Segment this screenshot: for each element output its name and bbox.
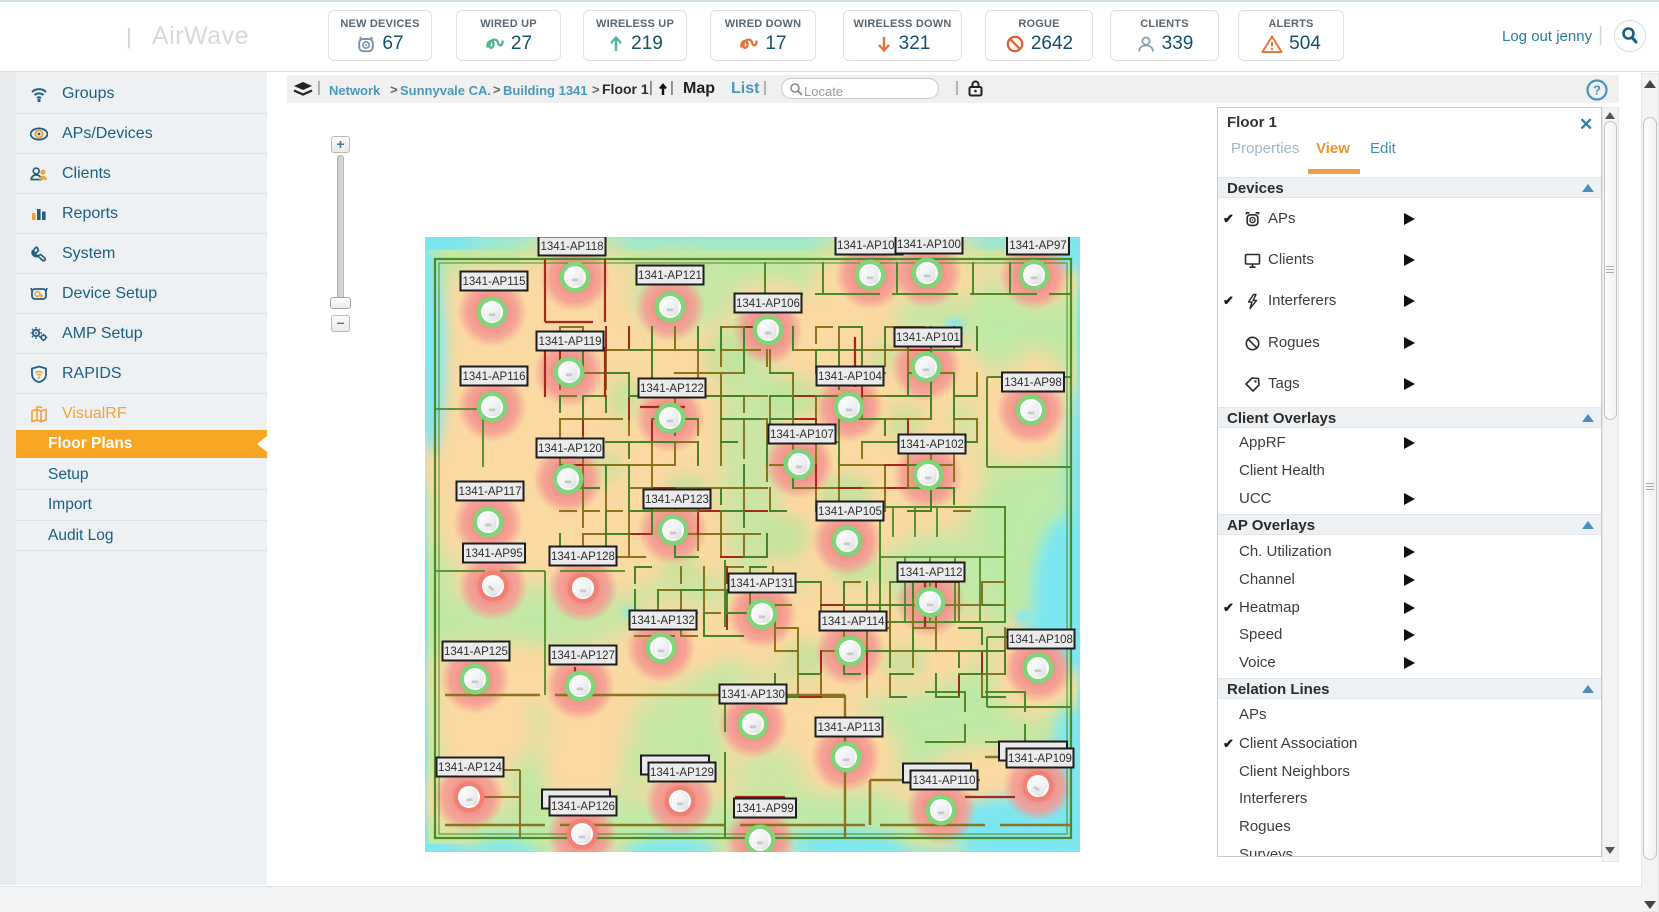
svg-text:1341-AP123: 1341-AP123: [645, 494, 709, 506]
svg-text:1341-AP127: 1341-AP127: [551, 650, 615, 662]
svg-text:1341-AP129: 1341-AP129: [650, 767, 714, 779]
svg-text:1341-AP103: 1341-AP103: [837, 240, 901, 252]
svg-text:1341-AP100: 1341-AP100: [897, 239, 961, 251]
svg-text:1341-AP104: 1341-AP104: [818, 371, 883, 383]
svg-text:1341-AP115: 1341-AP115: [462, 276, 525, 288]
svg-text:1341-AP122: 1341-AP122: [640, 383, 704, 395]
svg-text:1341-AP116: 1341-AP116: [462, 371, 525, 383]
svg-text:1341-AP105: 1341-AP105: [818, 506, 882, 518]
svg-text:1341-AP125: 1341-AP125: [444, 646, 508, 658]
svg-text:1341-AP130: 1341-AP130: [721, 689, 785, 701]
svg-text:1341-AP118: 1341-AP118: [540, 241, 603, 253]
svg-text:1341-AP106: 1341-AP106: [736, 298, 800, 310]
svg-text:1341-AP108: 1341-AP108: [1009, 634, 1073, 646]
svg-text:1341-AP109: 1341-AP109: [1008, 753, 1072, 765]
svg-text:1341-AP132: 1341-AP132: [631, 615, 695, 627]
svg-text:1341-AP101: 1341-AP101: [896, 332, 960, 344]
svg-text:?: ?: [1593, 83, 1601, 98]
svg-text:1341-AP113: 1341-AP113: [817, 722, 880, 734]
svg-text:1341-AP128: 1341-AP128: [551, 551, 615, 563]
svg-text:1341-AP110: 1341-AP110: [912, 775, 975, 787]
svg-text:1341-AP131: 1341-AP131: [730, 578, 794, 590]
svg-text:1341-AP95: 1341-AP95: [465, 548, 523, 560]
svg-text:1341-AP99: 1341-AP99: [736, 803, 794, 815]
svg-text:1341-AP119: 1341-AP119: [538, 336, 601, 348]
svg-text:1341-AP121: 1341-AP121: [638, 270, 702, 282]
svg-text:1341-AP98: 1341-AP98: [1004, 377, 1062, 389]
svg-text:1341-AP120: 1341-AP120: [538, 443, 602, 455]
svg-text:1341-AP112: 1341-AP112: [899, 567, 962, 579]
svg-text:1341-AP117: 1341-AP117: [458, 486, 521, 498]
svg-text:1341-AP114: 1341-AP114: [821, 616, 885, 628]
svg-text:1341-AP126: 1341-AP126: [551, 801, 615, 813]
svg-text:1341-AP124: 1341-AP124: [438, 762, 503, 774]
svg-text:1341-AP107: 1341-AP107: [770, 429, 834, 441]
svg-text:1341-AP97: 1341-AP97: [1009, 240, 1067, 252]
svg-text:1341-AP102: 1341-AP102: [900, 439, 964, 451]
